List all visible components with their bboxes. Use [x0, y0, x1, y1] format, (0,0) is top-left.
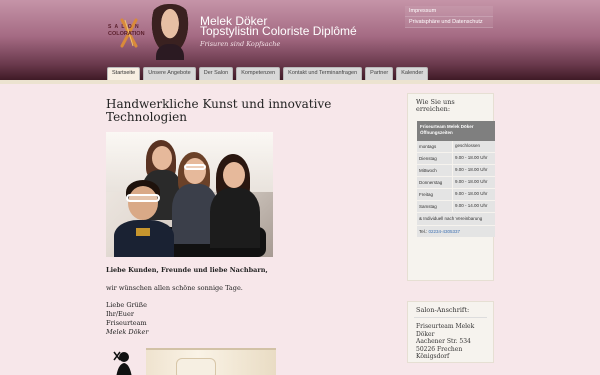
hours-box-title: Wie Sie uns erreichen: [416, 98, 455, 113]
logo-text-bottom: COLORATION [108, 31, 145, 37]
address-text: Friseurteam Melek Döker Aachener Str. 53… [408, 318, 493, 366]
time-cell: geschlossen [455, 143, 481, 148]
person-body [210, 188, 260, 248]
day-cell: montags [417, 141, 453, 152]
tab-kompetenzen[interactable]: Kompetenzen [236, 67, 281, 80]
site-subtitle: Topstylistin Coloriste Diplômé [200, 24, 357, 38]
table-row: Mittwoch 9.00 - 18.00 Uhr [417, 165, 495, 177]
salon-logo[interactable]: S A L O N COLORATION [108, 18, 148, 48]
sign-line: Friseurteam [106, 319, 147, 327]
opening-hours-table: Friseurteam Melek Döker Öffnungszeiten m… [417, 121, 495, 237]
person-face [152, 146, 172, 170]
salon-interior-photo [146, 348, 276, 375]
day-cell: Dienstag [417, 153, 453, 164]
signature-block: Liebe Grüße Ihr/Euer Friseurteam Melek D… [106, 301, 148, 337]
day-cell: Freitag [417, 189, 453, 200]
tab-angebote[interactable]: Unsere Angebote [143, 67, 196, 80]
sign-line: Ihr/Euer [106, 310, 134, 318]
portrait-shirt [156, 44, 184, 60]
party-glasses [126, 194, 160, 202]
phone-label: Tel.: [419, 229, 428, 234]
person-face [184, 158, 206, 184]
greeting-text: Liebe Kunden, Freunde und liebe Nachbarn… [106, 266, 268, 274]
site-tagline: Frisuren sind Kopfsache [200, 40, 281, 48]
person-face [128, 186, 158, 220]
main-content: Handwerkliche Kunst und innovative Techn… [106, 98, 391, 375]
table-row: Samstag 9.00 - 14.00 Uhr [417, 201, 495, 213]
address-line: 50226 Frechen [416, 345, 463, 353]
table-row: Freitag 9.00 - 18.00 Uhr [417, 189, 495, 201]
tab-salon[interactable]: Der Salon [198, 67, 234, 80]
time-cell: 9.00 - 18.00 Uhr [455, 191, 488, 196]
person-face [223, 162, 245, 188]
table-row: Dienstag 9.00 - 18.00 Uhr [417, 153, 495, 165]
time-cell: 9.00 - 18.00 Uhr [455, 155, 488, 160]
party-glasses [184, 164, 206, 170]
table-row: montags geschlossen [417, 141, 495, 153]
address-box: Salon-Anschrift: Friseurteam Melek Döker… [407, 301, 494, 363]
time-cell: 9.00 - 14.00 Uhr [455, 203, 488, 208]
time-cell: 9.00 - 18.00 Uhr [455, 167, 488, 172]
contact-hours-box: Wie Sie uns erreichen: Friseurteam Melek… [407, 93, 495, 281]
time-cell: 9.00 - 18.00 Uhr [455, 179, 488, 184]
page-title: Handwerkliche Kunst und innovative Techn… [106, 98, 391, 124]
team-photo [106, 132, 273, 257]
phone-link[interactable]: 02234-4305337 [429, 229, 461, 234]
bow-tie [136, 228, 150, 236]
day-cell: Mittwoch [417, 165, 453, 176]
appointment-note: & Individuell nach Vereinbarung [417, 213, 495, 226]
page-title-line2: Technologien [106, 110, 187, 124]
salon-chair [176, 358, 216, 375]
tab-kontakt[interactable]: Kontakt und Terminanfragen [283, 67, 363, 80]
table-row: Donnerstag 9.00 - 18.00 Uhr [417, 177, 495, 189]
page-title-line1: Handwerkliche Kunst und innovative [106, 97, 332, 111]
address-title: Salon-Anschrift: [414, 302, 487, 318]
sign-name: Melek Döker [106, 328, 149, 336]
sign-line: Liebe Grüße [106, 301, 147, 309]
phone-row: Tel.: 02234-4305337 [417, 226, 495, 237]
top-links: Impressum Privatsphäre und Datenschutz [405, 6, 493, 28]
hours-header: Friseurteam Melek Döker Öffnungszeiten [417, 121, 495, 141]
day-cell: Donnerstag [417, 177, 453, 188]
privacy-link[interactable]: Privatsphäre und Datenschutz [405, 17, 493, 28]
main-nav: Startseite Unsere Angebote Der Salon Kom… [107, 67, 429, 81]
tab-startseite[interactable]: Startseite [107, 67, 141, 81]
wish-text: wir wünschen allen schöne sonnige Tage. [106, 284, 243, 292]
logo-text-top: S A L O N [108, 24, 140, 30]
tab-partner[interactable]: Partner [365, 67, 394, 80]
tab-kalender[interactable]: Kalender [396, 67, 429, 80]
address-line: Königsdorf [416, 353, 450, 360]
stylist-silhouette-icon [113, 351, 132, 375]
impressum-link[interactable]: Impressum [405, 6, 493, 17]
nav-underline [0, 80, 600, 84]
address-line: Friseurteam Melek Döker [416, 323, 475, 338]
day-cell: Samstag [417, 201, 453, 212]
person-body [114, 220, 174, 257]
address-line: Aachener Str. 534 [416, 338, 471, 345]
owner-portrait [148, 4, 192, 60]
